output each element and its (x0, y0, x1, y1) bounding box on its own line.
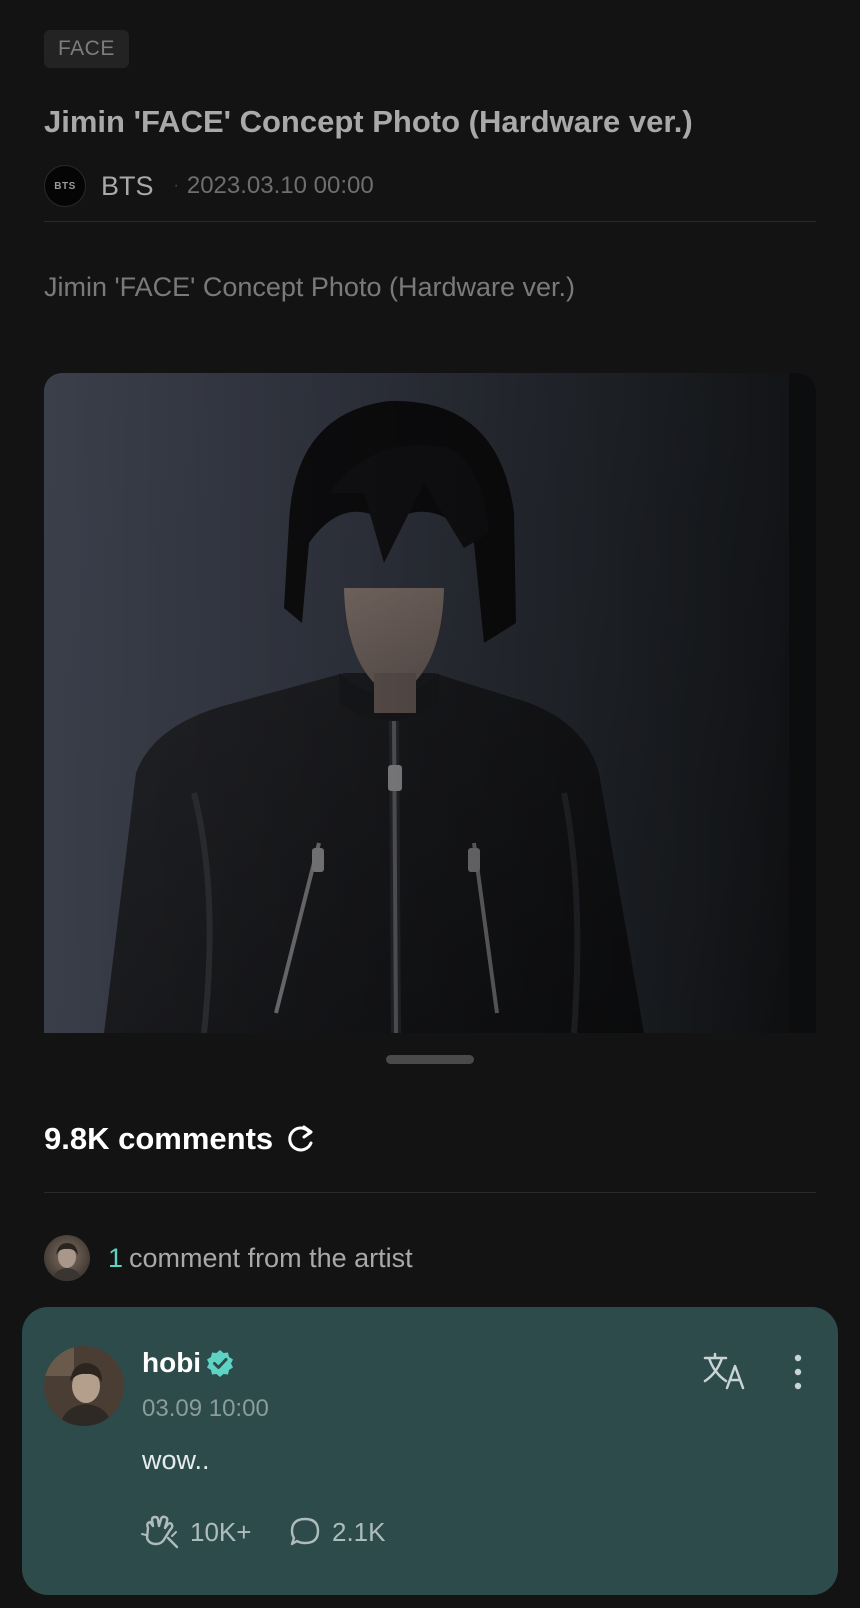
more-vertical-icon[interactable] (790, 1353, 806, 1391)
post-body-text: Jimin 'FACE' Concept Photo (Hardware ver… (44, 272, 576, 302)
post-date: 2023.03.10 00:00 (186, 172, 374, 199)
artist-comment-label: comment from the artist (129, 1242, 413, 1273)
artist-comments-row[interactable]: 1 comment from the artist (44, 1235, 413, 1281)
header-divider (44, 221, 816, 222)
comment-user-row: hobi (142, 1347, 235, 1379)
author-name[interactable]: BTS (101, 171, 154, 202)
reply-button[interactable]: 2.1K (288, 1512, 386, 1552)
concept-photo[interactable] (44, 373, 816, 1033)
meta-separator: · (173, 177, 179, 194)
comments-count: 9.8K comments (44, 1121, 274, 1156)
commenter-avatar[interactable] (44, 1346, 124, 1426)
refresh-icon[interactable] (285, 1123, 317, 1155)
reply-count: 2.1K (332, 1516, 386, 1547)
author-row: BTS BTS · 2023.03.10 00:00 (44, 165, 374, 207)
comments-divider (44, 1192, 816, 1193)
translate-icon[interactable] (702, 1351, 748, 1391)
artist-avatar (44, 1235, 90, 1281)
author-avatar[interactable]: BTS (44, 165, 86, 207)
concept-photo-illustration (44, 373, 816, 1033)
post-title: Jimin 'FACE' Concept Photo (Hardware ver… (44, 104, 693, 139)
comment-text: wow.. (142, 1445, 210, 1475)
like-button[interactable]: 10K+ (140, 1512, 251, 1552)
post-page: FACE Jimin 'FACE' Concept Photo (Hardwar… (0, 0, 860, 1608)
cheer-hand-icon (141, 1515, 179, 1549)
artist-comment-card: hobi 03.09 10:00 wow.. 10K+ 2.1K (22, 1307, 838, 1595)
post-tag[interactable]: FACE (44, 30, 129, 68)
artist-comment-count: 1 (108, 1242, 124, 1273)
like-count: 10K+ (190, 1516, 252, 1547)
author-logo-text: BTS (54, 180, 76, 192)
comment-username[interactable]: hobi (142, 1347, 201, 1379)
speech-bubble-icon (290, 1517, 320, 1546)
comment-date: 03.09 10:00 (142, 1395, 269, 1422)
drag-handle[interactable] (386, 1055, 474, 1064)
verified-badge-icon (205, 1348, 235, 1378)
comments-header: 9.8K comments (44, 1117, 317, 1161)
